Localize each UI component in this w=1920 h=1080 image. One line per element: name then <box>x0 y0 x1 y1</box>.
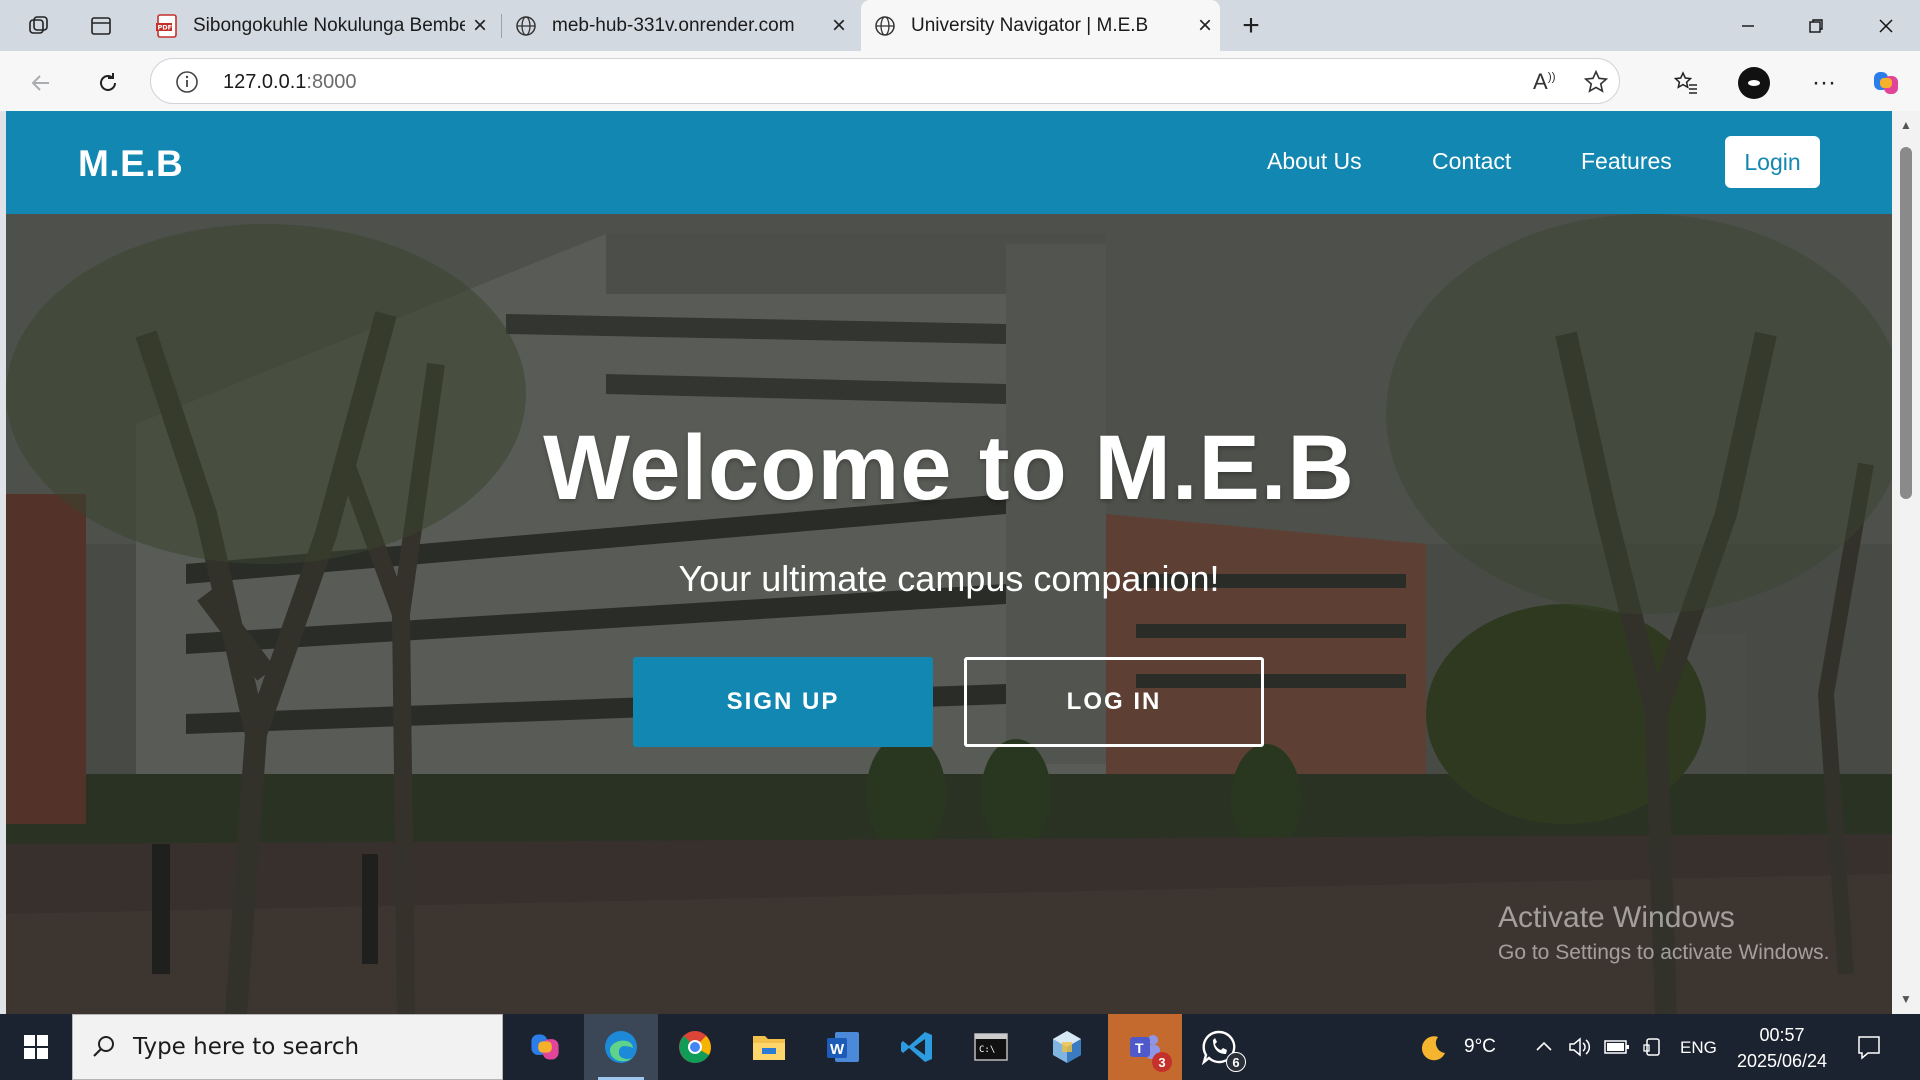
taskbar-vscode-icon[interactable] <box>880 1014 954 1080</box>
close-tab-icon[interactable]: × <box>1190 12 1220 40</box>
watermark-title: Activate Windows <box>1498 901 1735 934</box>
minimize-icon[interactable] <box>1714 0 1782 51</box>
input-language[interactable]: ENG <box>1680 1038 1717 1058</box>
weather-moon-icon[interactable] <box>1418 1033 1448 1068</box>
taskbar-clock[interactable]: 00:57 2025/06/24 <box>1722 1022 1842 1074</box>
svg-text:C:\: C:\ <box>979 1045 995 1055</box>
log-in-button[interactable]: LOG IN <box>964 657 1264 747</box>
page-viewport: M.E.B About Us Contact Features Login We… <box>6 111 1892 1014</box>
teams-notification-badge: 3 <box>1152 1052 1172 1072</box>
browser-tab-pdf[interactable]: PDF Sibongokuhle Nokulunga Bembe × <box>143 0 495 51</box>
globe-icon <box>873 14 897 38</box>
pdf-icon: PDF <box>155 13 179 38</box>
browser-toolbar: 127.0.0.1:8000 A)) ··· <box>0 51 1920 111</box>
search-icon <box>91 1034 117 1065</box>
refresh-icon[interactable] <box>90 65 126 101</box>
sign-up-button[interactable]: SIGN UP <box>633 657 933 747</box>
profile-avatar[interactable] <box>1736 65 1772 101</box>
browser-tab-strip: PDF Sibongokuhle Nokulunga Bembe × meb-h… <box>0 0 1920 51</box>
taskbar-file-explorer-icon[interactable] <box>732 1014 806 1080</box>
watermark-subtitle: Go to Settings to activate Windows. <box>1498 941 1830 964</box>
hero-dark-overlay <box>6 214 1892 1014</box>
restore-icon[interactable] <box>1782 0 1850 51</box>
favorite-star-icon[interactable] <box>1583 69 1609 100</box>
more-options-icon[interactable]: ··· <box>1806 65 1842 101</box>
globe-icon <box>514 14 538 38</box>
whatsapp-notification-badge: 6 <box>1226 1052 1246 1072</box>
clock-time: 00:57 <box>1759 1025 1805 1045</box>
taskbar-terminal-icon[interactable]: C:\ <box>954 1014 1028 1080</box>
tab-title: meb-hub-331v.onrender.com <box>552 14 795 36</box>
scroll-thumb[interactable] <box>1900 147 1912 499</box>
hero-subtitle: Your ultimate campus companion! <box>678 558 1220 599</box>
close-window-icon[interactable] <box>1852 0 1920 51</box>
tab-actions-icon[interactable] <box>86 11 116 41</box>
page-scrollbar[interactable]: ▲ ▼ <box>1892 111 1920 1014</box>
activate-windows-watermark: Activate Windows Go to Settings to activ… <box>1498 901 1830 965</box>
nav-login-button[interactable]: Login <box>1725 136 1820 188</box>
workspaces-icon[interactable] <box>24 11 54 41</box>
site-logo[interactable]: M.E.B <box>78 143 183 185</box>
taskbar-chrome-icon[interactable] <box>658 1014 732 1080</box>
nav-contact[interactable]: Contact <box>1432 148 1511 175</box>
taskbar-edge-icon[interactable] <box>584 1014 658 1080</box>
hero-title: Welcome to M.E.B <box>543 417 1355 519</box>
search-placeholder: Type here to search <box>133 1034 360 1060</box>
tab-title: Sibongokuhle Nokulunga Bembe <box>193 14 465 36</box>
copilot-icon[interactable] <box>1868 65 1904 101</box>
taskbar-search-box[interactable]: Type here to search <box>72 1014 503 1080</box>
browser-tab-active[interactable]: University Navigator | M.E.B × <box>861 0 1220 51</box>
svg-text:W: W <box>830 1041 845 1058</box>
svg-text:PDF: PDF <box>158 23 173 31</box>
notification-center-icon[interactable] <box>1856 1034 1882 1065</box>
windows-start-icon[interactable] <box>0 1014 72 1080</box>
clock-date: 2025/06/24 <box>1736 1051 1828 1071</box>
taskbar-copilot-icon[interactable] <box>508 1014 582 1080</box>
favorites-icon[interactable] <box>1668 65 1704 101</box>
scroll-down-icon[interactable]: ▼ <box>1898 991 1914 1007</box>
scroll-up-icon[interactable]: ▲ <box>1898 117 1914 133</box>
taskbar-virtualbox-icon[interactable] <box>1030 1014 1104 1080</box>
read-aloud-icon[interactable]: A)) <box>1533 69 1556 95</box>
volume-icon[interactable] <box>1568 1036 1592 1063</box>
close-tab-icon[interactable]: × <box>824 12 854 40</box>
battery-icon[interactable] <box>1604 1038 1630 1061</box>
site-navbar: M.E.B About Us Contact Features Login <box>6 111 1892 214</box>
nav-about-us[interactable]: About Us <box>1267 148 1362 175</box>
taskbar-word-icon[interactable]: W <box>806 1014 880 1080</box>
browser-tab-onrender[interactable]: meb-hub-331v.onrender.com × <box>502 0 854 51</box>
show-hidden-icons-chevron-icon[interactable] <box>1535 1038 1553 1061</box>
url-port: :8000 <box>306 71 357 93</box>
close-tab-icon[interactable]: × <box>465 12 495 40</box>
taskbar-teams-icon[interactable]: T 3 <box>1108 1014 1182 1080</box>
url-text: 127.0.0.1:8000 <box>223 71 356 94</box>
new-tab-icon[interactable]: + <box>1236 9 1266 42</box>
url-host: 127.0.0.1 <box>223 71 307 93</box>
windows-taskbar: Type here to search W C:\ T 3 6 9°C ENG … <box>0 1014 1920 1080</box>
weather-temperature[interactable]: 9°C <box>1464 1036 1496 1058</box>
tab-title: University Navigator | M.E.B <box>911 14 1149 36</box>
hero-section: Welcome to M.E.B Your ultimate campus co… <box>6 214 1892 1014</box>
svg-text:T: T <box>1135 1040 1144 1056</box>
site-info-icon[interactable] <box>175 70 199 99</box>
back-icon[interactable] <box>23 65 59 101</box>
device-connect-icon[interactable] <box>1642 1036 1664 1063</box>
address-bar[interactable]: 127.0.0.1:8000 A)) <box>150 58 1620 104</box>
taskbar-whatsapp-icon[interactable]: 6 <box>1182 1014 1256 1080</box>
nav-features[interactable]: Features <box>1581 148 1672 175</box>
